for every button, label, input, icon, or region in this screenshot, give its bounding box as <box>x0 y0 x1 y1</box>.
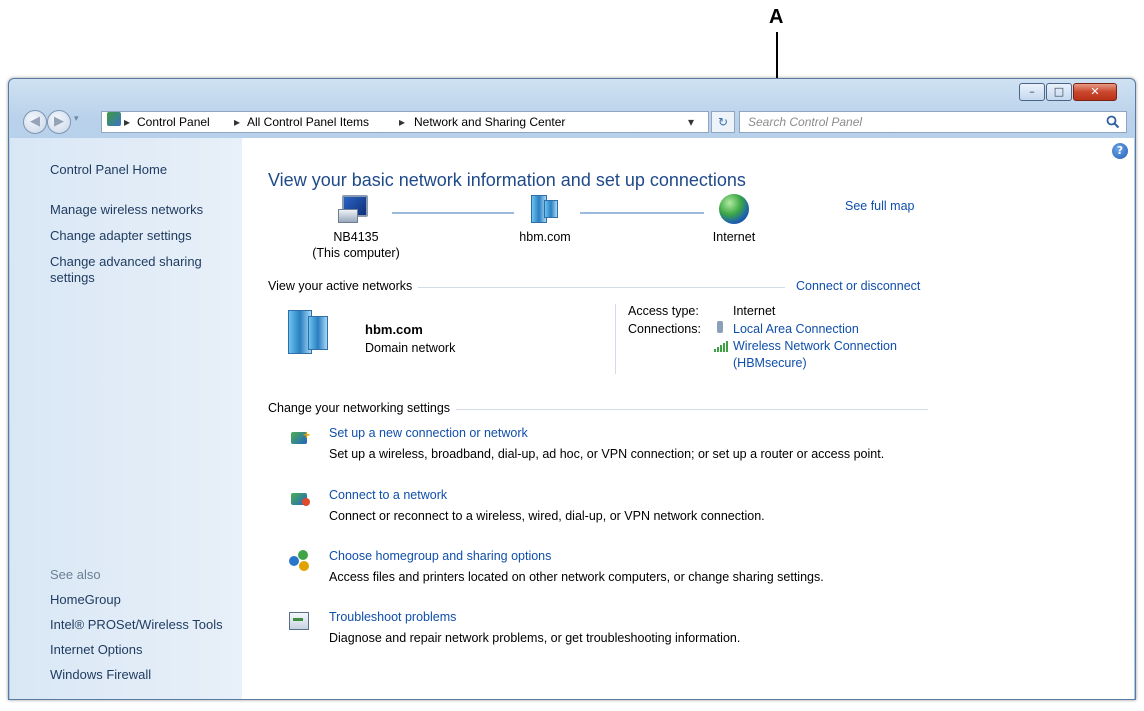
help-icon[interactable]: ? <box>1112 143 1128 159</box>
address-toolbar: ◀ ▶ ▾ ▸ Control Panel ▸ All Control Pane… <box>11 109 1131 135</box>
minimize-button[interactable]: – <box>1019 83 1045 101</box>
title-bar: – □ ✕ <box>9 79 1135 107</box>
manage-wireless-networks-link[interactable]: Manage wireless networks <box>50 202 203 217</box>
map-link-line <box>580 212 704 214</box>
domain-network-icon <box>288 310 328 354</box>
search-input[interactable]: Search Control Panel <box>739 111 1127 133</box>
connect-or-disconnect-link[interactable]: Connect or disconnect <box>796 279 920 293</box>
callout-label-a: A <box>769 6 784 28</box>
troubleshoot-desc: Diagnose and repair network problems, or… <box>329 631 741 645</box>
internet-label: Internet <box>712 230 756 244</box>
access-type-value: Internet <box>733 304 776 318</box>
change-advanced-sharing-link[interactable]: Change advanced sharing <box>50 254 202 269</box>
homegroup-icon <box>289 550 315 572</box>
active-network-name: hbm.com <box>365 322 423 337</box>
refresh-icon[interactable]: ↻ <box>711 111 735 133</box>
setup-connection-link[interactable]: Set up a new connection or network <box>329 426 528 440</box>
internet-options-link[interactable]: Internet Options <box>50 642 143 657</box>
control-panel-icon <box>107 112 121 126</box>
maximize-button[interactable]: □ <box>1046 83 1072 101</box>
change-adapter-settings-link[interactable]: Change adapter settings <box>50 228 192 243</box>
computer-name: NB4135 <box>333 230 379 244</box>
wireless-connection-link[interactable]: Wireless Network Connection <box>733 339 897 353</box>
main-panel: View your basic network information and … <box>242 138 1112 699</box>
breadcrumb-separator: ▸ <box>234 115 241 129</box>
address-dropdown-icon[interactable]: ▾ <box>688 112 694 132</box>
address-bar[interactable]: ▸ Control Panel ▸ All Control Panel Item… <box>101 111 709 133</box>
map-link-line <box>392 212 514 214</box>
recent-pages-icon[interactable]: ▾ <box>74 114 79 124</box>
active-network-type: Domain network <box>365 341 456 355</box>
domain-name: hbm.com <box>519 230 571 244</box>
connect-network-link[interactable]: Connect to a network <box>329 488 447 502</box>
page-title: View your basic network information and … <box>268 170 746 190</box>
new-connection-icon: + <box>289 428 315 450</box>
wireless-signal-icon <box>714 341 728 352</box>
close-button[interactable]: ✕ <box>1073 83 1117 101</box>
see-full-map-link[interactable]: See full map <box>845 199 914 213</box>
search-icon[interactable] <box>1106 115 1120 129</box>
connections-label: Connections: <box>628 322 701 336</box>
sidebar: Control Panel Home Manage wireless netwo… <box>10 138 242 699</box>
homegroup-sharing-link[interactable]: Choose homegroup and sharing options <box>329 549 551 563</box>
see-also-heading: See also <box>50 567 101 582</box>
wireless-ssid-link[interactable]: (HBMsecure) <box>733 356 807 370</box>
connect-network-icon <box>289 489 315 511</box>
back-button[interactable]: ◀ <box>23 110 47 134</box>
intel-proset-link[interactable]: Intel® PROSet/Wireless Tools <box>50 617 223 632</box>
computer-sub: (This computer) <box>312 246 400 260</box>
control-panel-home-link[interactable]: Control Panel Home <box>50 162 167 177</box>
homegroup-link[interactable]: HomeGroup <box>50 592 121 607</box>
internet-globe-icon <box>719 194 749 224</box>
setup-connection-desc: Set up a wireless, broadband, dial-up, a… <box>329 447 885 461</box>
troubleshoot-link[interactable]: Troubleshoot problems <box>329 610 456 624</box>
breadcrumb-separator: ▸ <box>399 115 406 129</box>
active-networks-heading: View your active networks <box>268 279 419 293</box>
local-area-connection-link[interactable]: Local Area Connection <box>733 322 859 336</box>
window: – □ ✕ ◀ ▶ ▾ ▸ Control Panel ▸ All Contro… <box>8 78 1136 700</box>
homegroup-sharing-desc: Access files and printers located on oth… <box>329 570 824 584</box>
breadcrumb-separator: ▸ <box>124 115 131 129</box>
access-type-label: Access type: <box>628 304 699 318</box>
breadcrumb-all-items[interactable]: All Control Panel Items <box>247 112 369 132</box>
forward-button[interactable]: ▶ <box>47 110 71 134</box>
vertical-divider <box>615 304 616 374</box>
change-settings-heading: Change your networking settings <box>268 401 457 415</box>
breadcrumb-control-panel[interactable]: Control Panel <box>137 112 210 132</box>
windows-firewall-link[interactable]: Windows Firewall <box>50 667 151 682</box>
ethernet-icon <box>717 321 723 333</box>
breadcrumb-network-sharing[interactable]: Network and Sharing Center <box>414 112 565 132</box>
content-area: Control Panel Home Manage wireless netwo… <box>10 138 1134 699</box>
change-advanced-sharing-link-cont[interactable]: settings <box>50 270 95 285</box>
troubleshoot-icon <box>289 610 315 632</box>
search-placeholder: Search Control Panel <box>748 115 863 129</box>
connect-network-desc: Connect or reconnect to a wireless, wire… <box>329 509 765 523</box>
domain-server-icon <box>531 195 561 223</box>
